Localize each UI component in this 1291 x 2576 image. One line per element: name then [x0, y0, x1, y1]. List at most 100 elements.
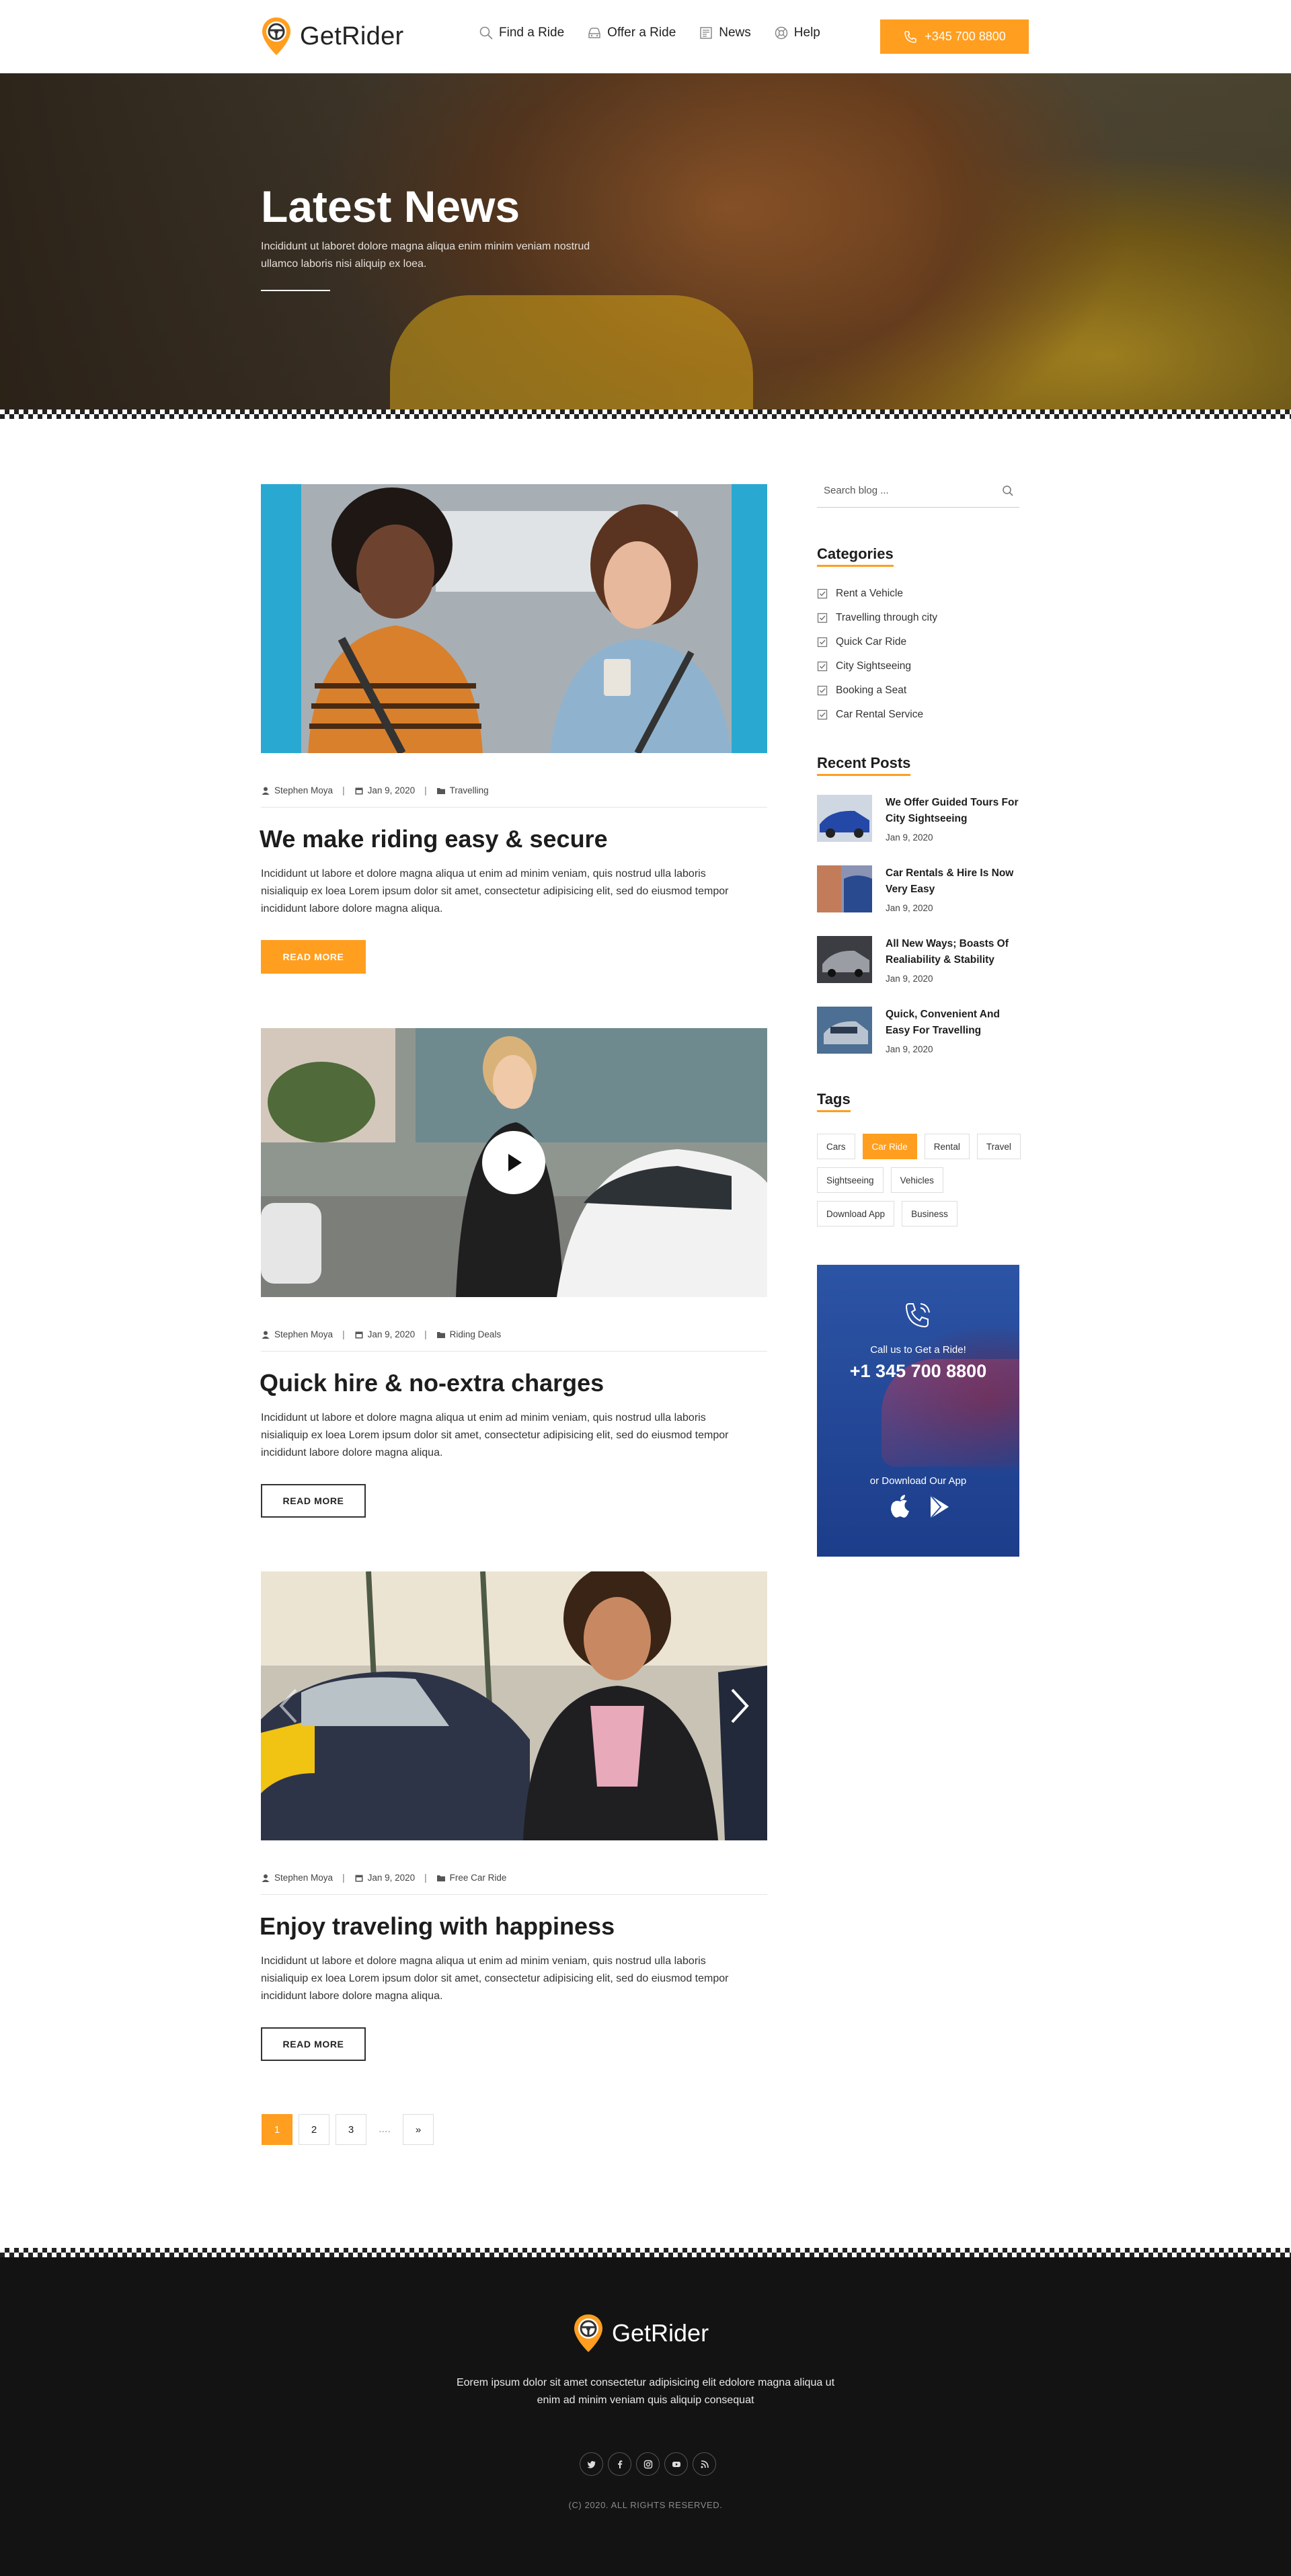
google-play-icon[interactable]: [927, 1493, 951, 1520]
nav-help[interactable]: Help: [774, 26, 820, 40]
tag[interactable]: Cars: [817, 1134, 855, 1159]
post-author[interactable]: Stephen Moya: [261, 785, 333, 795]
meta-divider: [261, 1351, 767, 1352]
next-page-button[interactable]: »: [403, 2114, 434, 2145]
post-date-text: Jan 9, 2020: [367, 1329, 416, 1339]
recent-post-date: Jan 9, 2020: [886, 903, 933, 913]
tag[interactable]: Vehicles: [890, 1167, 943, 1193]
instagram-icon: [643, 2460, 652, 2468]
blog-post: Stephen Moya | Jan 9, 2020 | Riding Deal…: [260, 1028, 767, 1518]
page-1-button[interactable]: 1: [262, 2114, 292, 2145]
page-subtitle: Incididunt ut laboret dolore magna aliqu…: [261, 241, 590, 270]
read-more-button[interactable]: READ MORE: [261, 940, 366, 974]
nav-label: Offer a Ride: [607, 26, 676, 40]
site-footer: GetRider Eorem ipsum dolor sit amet cons…: [0, 2257, 1291, 2576]
category-item[interactable]: Car Rental Service: [817, 703, 937, 727]
tag[interactable]: Rental: [924, 1134, 970, 1159]
post-author[interactable]: Stephen Moya: [261, 1873, 333, 1883]
tag-active[interactable]: Car Ride: [862, 1134, 917, 1159]
recent-post-thumbnail: [817, 936, 872, 983]
recent-post-title: Quick, Convenient And Easy For Travellin…: [886, 1009, 1000, 1036]
blog-post: Stephen Moya | Jan 9, 2020 | Free Car Ri…: [260, 1571, 767, 2061]
footer-brand-name: GetRider: [612, 2319, 709, 2347]
checkbox-icon: [817, 637, 828, 648]
checker-divider: [0, 409, 1291, 419]
recent-post[interactable]: Quick, Convenient And Easy For Travellin…: [817, 1007, 1027, 1054]
meta-separator: |: [424, 1873, 427, 1883]
post-category[interactable]: Riding Deals: [436, 1329, 501, 1339]
post-date: Jan 9, 2020: [354, 1873, 415, 1883]
recent-post-thumbnail: [817, 1007, 872, 1054]
page-3-button[interactable]: 3: [336, 2114, 366, 2145]
hero-banner: Latest News Incididunt ut laboret dolore…: [0, 73, 1291, 409]
recent-post[interactable]: Car Rentals & Hire Is Now Very Easy Jan 9…: [817, 865, 1027, 913]
blog-post: Stephen Moya | Jan 9, 2020 | Travelling …: [260, 484, 767, 974]
footer-logo[interactable]: GetRider: [573, 2313, 709, 2353]
chevron-right-icon[interactable]: [726, 1686, 752, 1726]
read-more-button[interactable]: READ MORE: [261, 1484, 366, 1518]
post-author-name: Stephen Moya: [274, 1873, 334, 1883]
post-excerpt: Incididunt ut labore et dolore magna ali…: [261, 1955, 729, 2002]
tag[interactable]: Travel: [976, 1134, 1021, 1159]
tag[interactable]: Business: [902, 1201, 957, 1226]
tag[interactable]: Sightseeing: [817, 1167, 884, 1193]
post-image-slider[interactable]: [261, 1571, 767, 1840]
category-item[interactable]: City Sightseeing: [817, 654, 937, 678]
tag[interactable]: Download App: [817, 1201, 895, 1226]
location-pin-icon: [574, 2314, 602, 2352]
nav-find-ride[interactable]: Find a Ride: [479, 26, 564, 40]
youtube-link[interactable]: [664, 2452, 688, 2476]
read-more-button[interactable]: READ MORE: [261, 2027, 366, 2061]
nav-news[interactable]: News: [699, 26, 751, 40]
twitter-icon: [587, 2460, 596, 2468]
post-author-name: Stephen Moya: [274, 1329, 334, 1339]
page-2-button[interactable]: 2: [299, 2114, 329, 2145]
meta-separator: |: [424, 1329, 427, 1339]
post-category[interactable]: Free Car Ride: [436, 1873, 506, 1883]
tags-heading: Tags: [817, 1091, 851, 1112]
nav-offer-ride[interactable]: Offer a Ride: [587, 26, 676, 40]
call-button[interactable]: +345 700 8800: [880, 19, 1029, 54]
category-item[interactable]: Rent a Vehicle: [817, 582, 937, 606]
category-label: Booking a Seat: [836, 685, 907, 696]
category-item[interactable]: Quick Car Ride: [817, 630, 937, 654]
post-title[interactable]: We make riding easy & secure: [260, 825, 608, 853]
chevron-left-icon[interactable]: [276, 1686, 303, 1726]
category-item[interactable]: Travelling through city: [817, 606, 937, 630]
site-header: GetRider Find a Ride Offer a Ride News H…: [0, 0, 1291, 73]
recent-post[interactable]: We Offer Guided Tours For City Sightseei…: [817, 795, 1027, 843]
checkbox-icon: [817, 661, 828, 672]
call-promo-banner: Call us to Get a Ride! +1 345 700 8800 o…: [817, 1265, 1019, 1557]
pagination-ellipsis: ....: [379, 2123, 391, 2135]
recent-post-title: Car Rentals & Hire Is Now Very Easy: [886, 867, 1014, 895]
facebook-link[interactable]: [608, 2452, 631, 2476]
blog-search: [817, 474, 1019, 508]
post-excerpt: Incididunt ut labore et dolore magna ali…: [261, 868, 729, 914]
meta-separator: |: [342, 1329, 345, 1339]
post-image[interactable]: [261, 484, 767, 753]
recent-post[interactable]: All New Ways; Boasts Of Realiability & S…: [817, 936, 1027, 984]
recent-post-title: All New Ways; Boasts Of Realiability & S…: [886, 938, 1009, 966]
checkbox-icon: [817, 588, 828, 599]
rss-link[interactable]: [693, 2452, 716, 2476]
category-label: Rent a Vehicle: [836, 588, 903, 599]
recent-post-date: Jan 9, 2020: [886, 974, 933, 984]
post-video-thumbnail[interactable]: [261, 1028, 767, 1297]
twitter-link[interactable]: [580, 2452, 603, 2476]
post-title[interactable]: Quick hire & no-extra charges: [260, 1369, 604, 1397]
play-button[interactable]: [482, 1131, 545, 1194]
promo-phone-number[interactable]: +1 345 700 8800: [817, 1361, 1019, 1382]
call-button-label: +345 700 8800: [925, 30, 1006, 43]
apple-icon[interactable]: [888, 1493, 912, 1520]
category-item[interactable]: Booking a Seat: [817, 678, 937, 703]
search-input[interactable]: [817, 485, 978, 496]
brand-logo[interactable]: GetRider: [261, 16, 403, 56]
post-category[interactable]: Travelling: [436, 785, 489, 795]
post-title[interactable]: Enjoy traveling with happiness: [260, 1912, 615, 1941]
instagram-link[interactable]: [636, 2452, 660, 2476]
location-pin-icon: [262, 17, 290, 55]
post-author[interactable]: Stephen Moya: [261, 1329, 333, 1339]
search-icon[interactable]: [1002, 485, 1014, 497]
recent-post-title: We Offer Guided Tours For City Sightseei…: [886, 797, 1019, 824]
recent-post-thumbnail: [817, 795, 872, 842]
